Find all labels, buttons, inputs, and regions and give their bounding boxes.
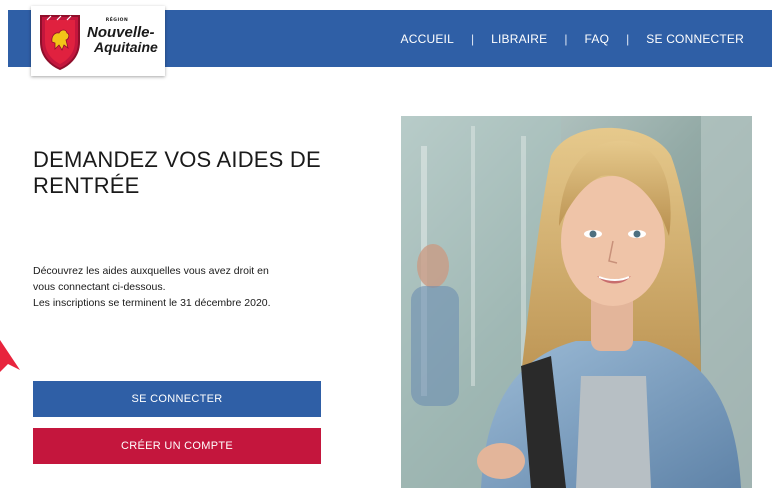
intro-line: Les inscriptions se terminent le 31 déce… bbox=[33, 297, 271, 309]
nav-separator: | bbox=[626, 32, 630, 46]
student-photo bbox=[401, 116, 752, 488]
page-title: DEMANDEZ VOS AIDES DE RENTRÉE bbox=[33, 147, 321, 198]
nav-separator: | bbox=[564, 32, 568, 46]
nav-home-link[interactable]: ACCUEIL bbox=[401, 32, 454, 46]
nav-faq-link[interactable]: FAQ bbox=[585, 32, 610, 46]
nav-bookseller-link[interactable]: LIBRAIRE bbox=[491, 32, 547, 46]
region-logo[interactable]: RÉGION Nouvelle- Aquitaine bbox=[31, 6, 165, 76]
create-account-button[interactable]: CRÉER UN COMPTE bbox=[33, 428, 321, 464]
logo-name-line2: Aquitaine bbox=[94, 38, 158, 55]
logo-name-line1: Nouvelle- bbox=[87, 23, 155, 41]
intro-line: Découvrez les aides auxquelles vous avez… bbox=[33, 265, 269, 277]
coat-of-arms-icon bbox=[40, 15, 80, 71]
logo-region-label: RÉGION bbox=[105, 18, 129, 23]
nav-login-link[interactable]: SE CONNECTER bbox=[646, 32, 744, 46]
nav-separator: | bbox=[470, 32, 475, 46]
pointer-arrow-icon bbox=[0, 340, 20, 372]
intro-line: vous connectant ci-dessous. bbox=[33, 281, 166, 293]
login-button[interactable]: SE CONNECTER bbox=[33, 381, 321, 417]
intro-text: Découvrez les aides auxquelles vous avez… bbox=[33, 263, 333, 311]
main-nav: ACCUEIL | LIBRAIRE | FAQ | SE CONNECTER bbox=[401, 32, 744, 46]
